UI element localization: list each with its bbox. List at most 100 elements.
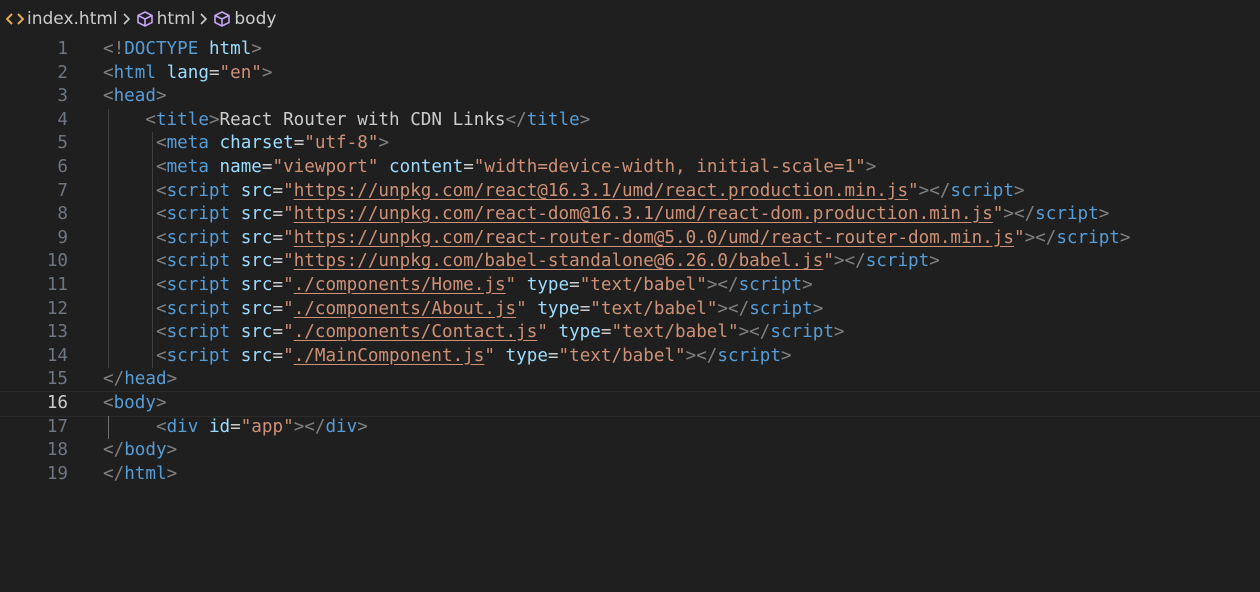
code-line[interactable]: 12 <script src="./components/About.js" t… [0,297,1260,322]
code-text: <script src="https://unpkg.com/babel-sta… [103,250,940,274]
punctuation: </ [103,440,125,461]
string-value: "app" [240,416,294,437]
string-value: " [283,251,294,272]
code-line[interactable]: 19 </html> [0,463,1260,487]
plain-text [103,157,156,177]
line-number: 10 [46,251,68,272]
code-line[interactable]: 10 <script src="https://unpkg.com/babel-… [0,250,1260,274]
punctuation: < [155,416,167,437]
punctuation: <! [103,39,125,59]
string-value: " [908,180,919,201]
plain-text [230,204,241,224]
line-number: 1 [57,39,68,59]
code-text: <script src="https://unpkg.com/react@16.… [103,180,1025,204]
plain-text [103,275,156,295]
tag-name: title [526,109,580,130]
url-link[interactable]: https://unpkg.com/react-dom@16.3.1/umd/r… [294,204,993,224]
code-editor[interactable]: index.html html body 1 <!DOCTYPE html> 2… [0,0,1260,592]
plain-text: = [208,62,220,83]
plain-text: React Router with CDN Links [219,109,506,130]
breadcrumb-file[interactable]: index.html [6,9,118,29]
plain-text: = [272,251,284,272]
code-line[interactable]: 11 <script src="./components/Home.js" ty… [0,273,1260,298]
punctuation: ></ [918,180,951,201]
breadcrumb-body[interactable]: body [213,9,276,29]
string-value: " [283,298,294,319]
string-value: "width=device-width, initial-scale=1" [473,156,866,177]
punctuation: < [155,227,167,248]
url-link[interactable]: ./components/Contact.js [294,322,538,342]
plain-text [103,110,145,130]
code-line[interactable]: 3 <head> [0,85,1260,109]
string-value: "utf-8" [304,133,379,154]
line-number: 9 [57,227,68,248]
code-text: <script src="./MainComponent.js" type="t… [103,345,792,369]
attribute-name: src [240,345,273,366]
code-line[interactable]: 13 <script src="./components/Contact.js"… [0,321,1260,345]
line-number: 11 [46,274,68,295]
code-line[interactable]: 5 <meta charset="utf-8"> [0,132,1260,156]
line-number: 15 [46,369,68,390]
plain-text: = [230,416,241,437]
code-line[interactable]: 16 <body> [0,390,1260,417]
plain-text [209,157,220,177]
string-value: " [283,274,294,295]
plain-text [230,299,241,319]
breadcrumb-html[interactable]: html [136,9,195,29]
string-value: " [537,322,548,343]
line-number: 19 [46,463,68,484]
breadcrumb-file-label: index.html [27,9,118,29]
punctuation: < [155,204,167,225]
string-value: " [283,322,294,343]
url-link[interactable]: https://unpkg.com/react@16.3.1/umd/react… [294,181,908,201]
string-value: "viewport" [272,156,379,177]
code-line[interactable]: 18 </body> [0,439,1260,463]
url-link[interactable]: https://unpkg.com/react-router-dom@5.0.0… [294,228,1014,248]
code-text: <meta name="viewport" content="width=dev… [103,156,876,180]
code-file-icon [6,12,24,26]
code-line[interactable]: 2 <html lang="en"> [0,62,1260,86]
code-line[interactable]: 1 <!DOCTYPE html> [0,38,1260,62]
attribute-name: src [240,180,273,201]
code-text: <script src="./components/About.js" type… [103,298,823,322]
plain-text: = [272,298,284,319]
code-text: </body> [103,439,177,463]
punctuation: > [166,440,178,461]
plain-text [209,133,220,153]
plain-text [378,157,389,177]
url-link[interactable]: ./components/About.js [294,299,516,319]
code-text: </head> [103,368,177,392]
attribute-name: html [208,39,252,59]
string-value: "text/babel" [611,322,739,343]
chevron-right-icon [122,12,132,26]
url-link[interactable]: https://unpkg.com/babel-standalone@6.26.… [294,251,824,271]
code-line[interactable]: 14 <script src="./MainComponent.js" type… [0,344,1260,369]
punctuation: < [155,133,167,154]
plain-text [103,346,156,366]
code-line[interactable]: 15 </head> [0,368,1260,392]
attribute-name: src [240,204,273,225]
url-link[interactable]: ./components/Home.js [294,275,506,295]
plain-text [548,322,559,342]
tag-name: div [325,416,358,437]
tag-name: script [166,298,231,319]
tag-name: script [717,345,781,366]
code-line[interactable]: 6 <meta name="viewport" content="width=d… [0,155,1260,180]
plain-text [527,299,538,319]
tag-name: script [950,180,1014,201]
string-value: " [823,251,834,272]
code-text: <html lang="en"> [103,62,273,86]
code-text: <!DOCTYPE html> [103,38,262,62]
url-link[interactable]: ./MainComponent.js [294,346,485,366]
string-value: " [505,274,517,295]
plain-text: = [463,156,474,177]
tag-name: script [166,251,231,272]
code-line[interactable]: 4 <title>React Router with CDN Links</ti… [0,108,1260,133]
code-line[interactable]: 9 <script src="https://unpkg.com/react-r… [0,226,1260,251]
plain-text: = [272,322,284,343]
plain-text [103,204,156,224]
code-line[interactable]: 8 <script src="https://unpkg.com/react-d… [0,203,1260,227]
code-line[interactable]: 17 <div id="app"></div> [0,415,1260,440]
code-line[interactable]: 7 <script src="https://unpkg.com/react@1… [0,179,1260,204]
code-area[interactable]: 1 <!DOCTYPE html> 2 <html lang="en"> 3 <head>… [0,38,1260,486]
